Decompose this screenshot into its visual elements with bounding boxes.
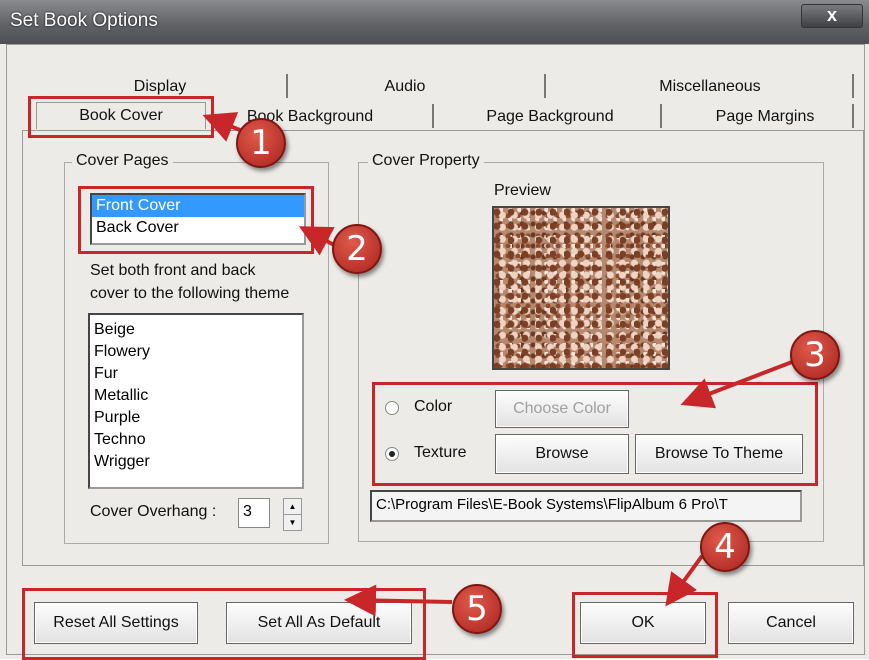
callout-badge-4: 4 — [700, 522, 750, 572]
callout-badge-2: 2 — [332, 224, 382, 274]
dialog-window: Set Book Options x Display Audio Miscell… — [0, 0, 869, 660]
callout-badge-1: 1 — [236, 118, 286, 168]
callout-badge-5: 5 — [452, 584, 502, 634]
callout-badge-3: 3 — [790, 330, 840, 380]
